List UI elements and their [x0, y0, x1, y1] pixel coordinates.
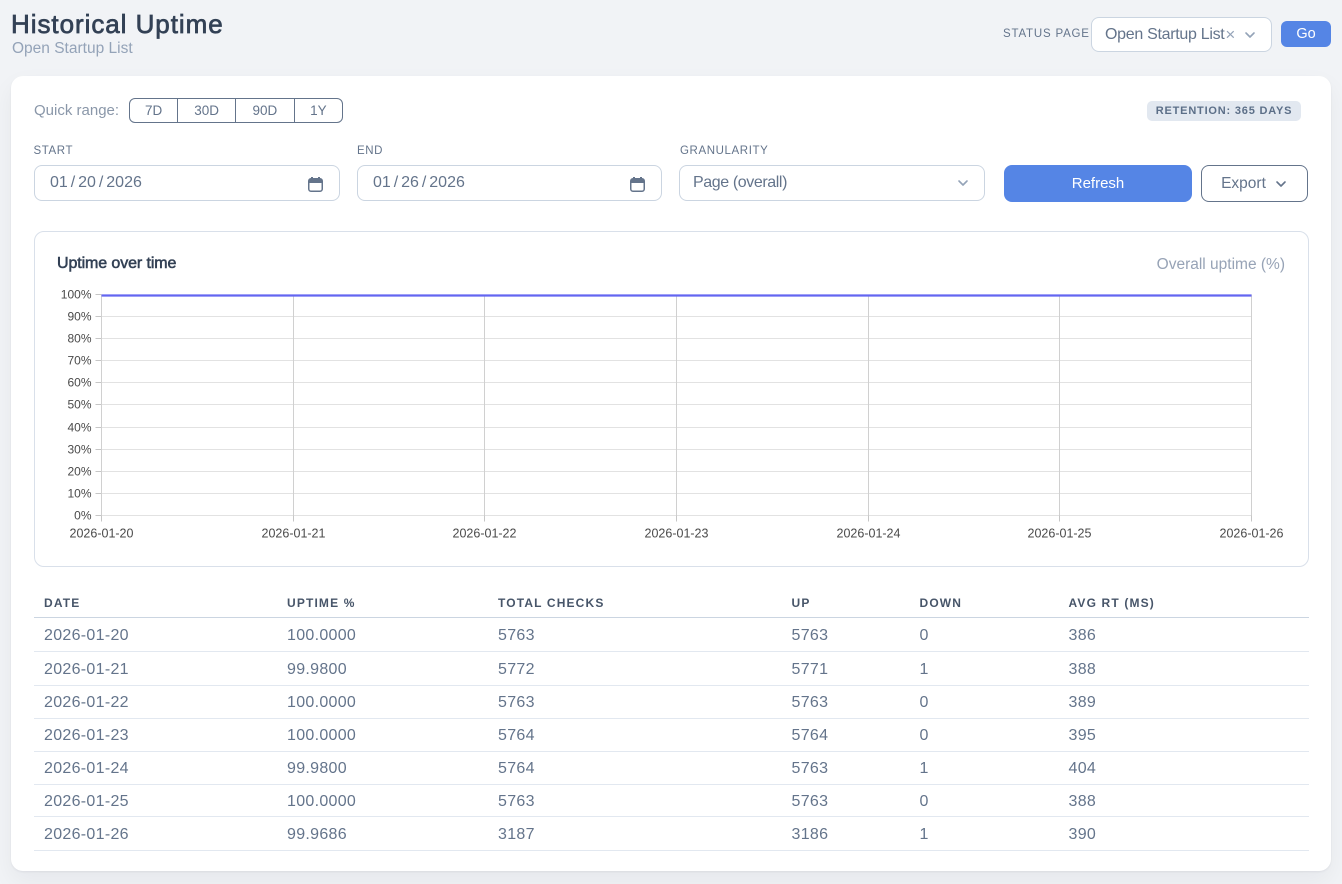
svg-text:2026-01-21: 2026-01-21: [261, 526, 325, 540]
svg-text:2026-01-23: 2026-01-23: [644, 526, 708, 540]
svg-text:2026-01-20: 2026-01-20: [69, 526, 133, 540]
svg-text:2026-01-22: 2026-01-22: [452, 526, 516, 540]
svg-text:50%: 50%: [67, 397, 91, 411]
svg-text:2026-01-25: 2026-01-25: [1027, 526, 1091, 540]
svg-text:20%: 20%: [67, 464, 91, 478]
svg-text:2026-01-24: 2026-01-24: [836, 526, 900, 540]
svg-text:2026-01-26: 2026-01-26: [1219, 526, 1283, 540]
svg-text:80%: 80%: [67, 331, 91, 345]
svg-text:10%: 10%: [67, 486, 91, 500]
svg-text:0%: 0%: [74, 508, 92, 522]
svg-text:60%: 60%: [67, 375, 91, 389]
svg-text:90%: 90%: [67, 309, 91, 323]
svg-text:70%: 70%: [67, 353, 91, 367]
svg-text:100%: 100%: [60, 287, 91, 301]
svg-text:40%: 40%: [67, 420, 91, 434]
svg-text:30%: 30%: [67, 442, 91, 456]
